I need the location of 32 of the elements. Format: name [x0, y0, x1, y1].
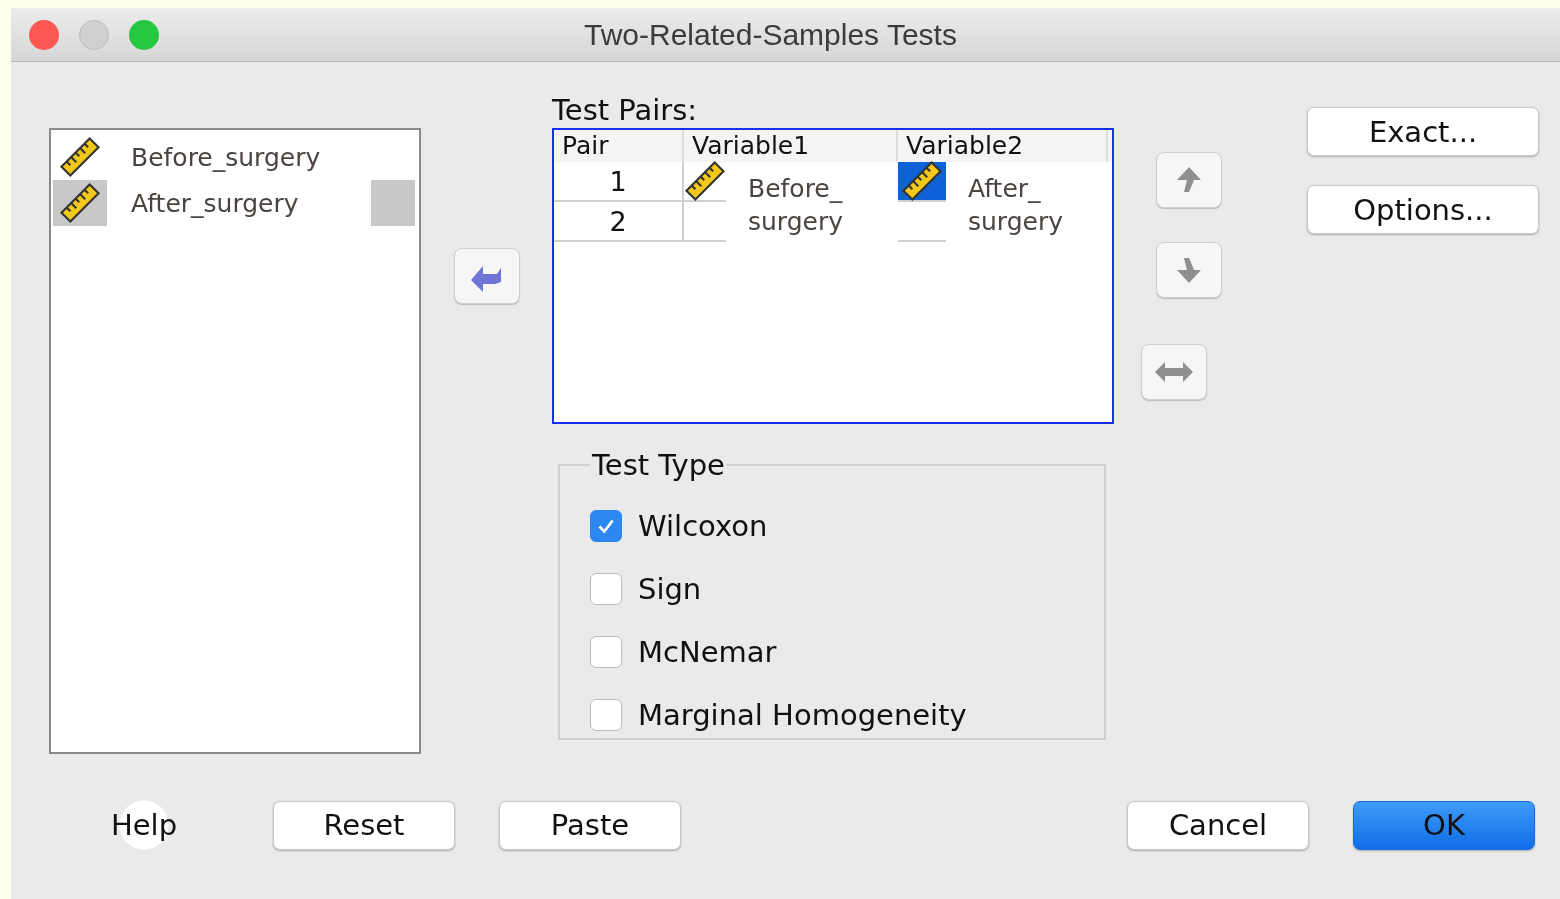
- dialog-button[interactable]: Cancel: [1127, 800, 1309, 850]
- checkbox[interactable]: [590, 572, 622, 605]
- test-type-label: Test Type: [591, 448, 726, 482]
- column-header[interactable]: Pair: [554, 130, 684, 162]
- ruler-icon: [684, 160, 726, 202]
- swap-button[interactable]: [1141, 344, 1207, 400]
- dialog-button[interactable]: Paste: [499, 800, 681, 850]
- checkbox[interactable]: [590, 698, 622, 731]
- move-down-button[interactable]: [1156, 242, 1222, 298]
- checkbox[interactable]: [590, 509, 622, 542]
- checkbox[interactable]: [590, 635, 622, 668]
- dialog-button[interactable]: Reset: [273, 800, 455, 850]
- variable-cell[interactable]: [898, 162, 946, 202]
- ruler-icon: [901, 160, 943, 202]
- move-up-button[interactable]: [1156, 152, 1222, 208]
- checkbox-label: Wilcoxon: [638, 508, 768, 543]
- checkbox-label: Marginal Homogeneity: [638, 697, 967, 732]
- pair-number: 1: [554, 162, 684, 202]
- dialog-button[interactable]: OK: [1353, 800, 1535, 850]
- window-title: Two-Related-Samples Tests: [584, 17, 957, 52]
- move-button[interactable]: [453, 248, 520, 304]
- pair-number: 2: [554, 202, 684, 242]
- dialog-button[interactable]: Exact...: [1307, 107, 1539, 156]
- test-pairs-label: Test Pairs:: [552, 92, 699, 128]
- checkbox-label: McNemar: [638, 634, 777, 669]
- swap-arrows-icon: [1153, 359, 1195, 385]
- checkbox-label: Sign: [638, 571, 702, 606]
- variable-item[interactable]: Before_surgery: [51, 134, 419, 180]
- zoom-button[interactable]: [129, 19, 159, 50]
- dialog-button[interactable]: Options...: [1307, 185, 1539, 234]
- variable-item[interactable]: After_surgery: [51, 180, 419, 226]
- close-button[interactable]: [29, 19, 59, 50]
